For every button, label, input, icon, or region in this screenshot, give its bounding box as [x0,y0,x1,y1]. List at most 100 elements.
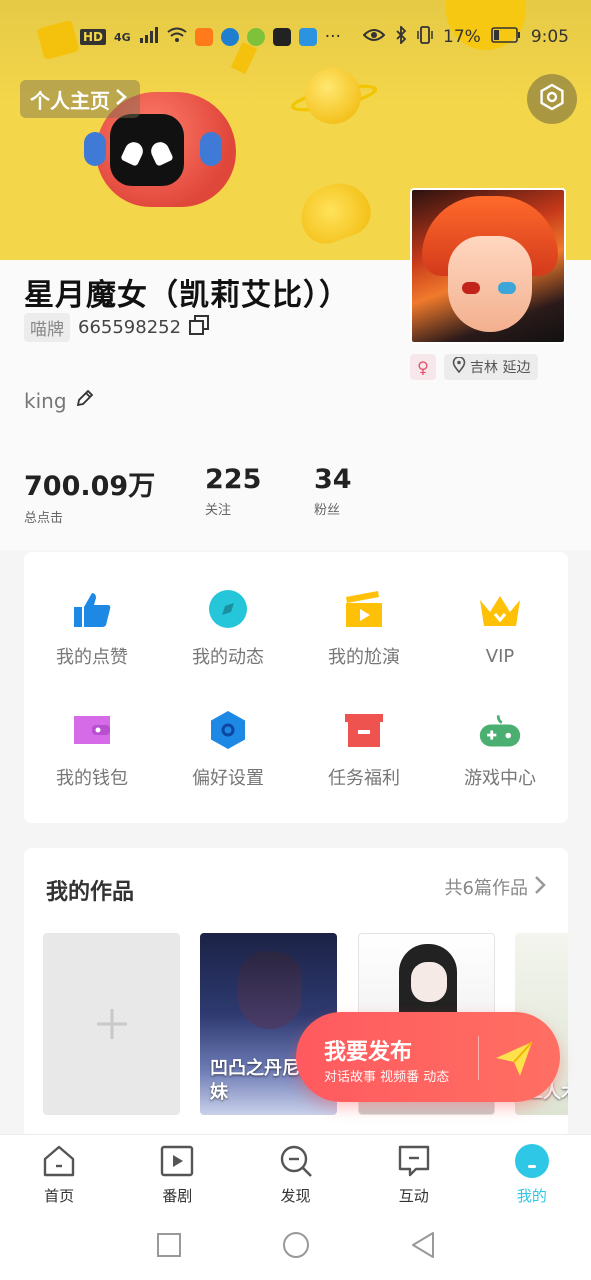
plus-icon [95,995,129,1053]
eye-icon [362,27,386,48]
menu-item-likes[interactable]: 我的点赞 [24,568,160,689]
nav-discover[interactable]: 发现 [236,1135,354,1214]
bluetooth-icon [395,24,407,49]
clock: 9:05 [530,27,569,47]
menu-item-moments[interactable]: 我的动态 [160,568,296,689]
feature-menu: 我的点赞 我的动态 我的尬演 VIP 我的钱包 偏好设置 任务福利 游戏中心 [24,552,568,823]
hexagon-settings-icon [206,708,250,752]
wallet-icon [70,708,114,752]
nav-home[interactable]: 首页 [0,1135,118,1214]
clapperboard-icon [342,587,386,631]
nav-label: 互动 [398,1187,429,1205]
menu-item-preferences[interactable]: 偏好设置 [160,689,296,810]
paper-plane-icon [492,1036,536,1080]
app-notification-icon [220,28,239,46]
work-cover-art [411,962,447,1002]
hd-indicator: HD [80,29,107,45]
stat-value: 700.09万 [24,471,156,502]
robot-eye [120,139,146,167]
stat-clicks[interactable]: 700.09万 总点击 [24,464,205,526]
nav-interact[interactable]: 互动 [355,1135,473,1214]
robot-ear [200,132,222,166]
works-more-link[interactable]: 共6篇作品 [445,874,546,900]
edit-icon [75,388,95,413]
chevron-right-icon [534,875,546,900]
avatar-face [448,236,532,332]
nav-profile[interactable]: 我的 [473,1135,591,1214]
stat-label: 总点击 [24,511,64,526]
menu-item-performances[interactable]: 我的尬演 [296,568,432,689]
back-triangle-icon[interactable] [410,1231,436,1263]
battery-percent: 17% [443,27,481,47]
avatar[interactable] [410,188,566,344]
app-notification-icon [272,28,291,46]
location-badge: 吉林 延边 [444,354,539,380]
nav-anime[interactable]: 番剧 [118,1135,236,1214]
home-page-button[interactable]: 个人主页 [20,80,140,118]
status-bar: HD 4G ··· 17% 9:05 [0,22,591,52]
nav-label: 发现 [280,1187,311,1205]
menu-label: 我的钱包 [56,767,128,789]
menu-label: 我的点赞 [56,647,128,669]
stats-row: 700.09万 总点击 225 关注 34 粉丝 [24,464,352,526]
gamepad-icon [478,708,522,752]
work-cover-art [238,951,302,1029]
bio-text: king [24,388,67,413]
stat-label: 关注 [205,503,232,518]
profile-icon [514,1143,550,1179]
id-tag: 喵牌 [24,313,70,342]
menu-label: 游戏中心 [464,767,536,789]
more-notifications-icon: ··· [324,27,341,47]
crown-icon [478,590,522,634]
avatar-eye [462,282,480,294]
nav-label: 我的 [516,1187,547,1205]
menu-label: 偏好设置 [192,767,264,789]
search-icon [278,1143,314,1179]
home-circle-icon[interactable] [282,1231,310,1263]
profile-tags: ♀ 吉林 延边 [410,354,539,380]
chevron-right-icon [114,87,128,111]
gender-badge: ♀ [410,354,436,380]
stat-followers[interactable]: 34 粉丝 [314,464,352,526]
avatar-eye [498,282,516,294]
app-notification-icon [298,28,317,46]
copy-icon[interactable] [189,315,210,340]
chat-icon [396,1143,432,1179]
profile-name: 星月魔女（凯莉艾比）） [24,278,350,313]
bottom-nav: 首页 番剧 发现 互动 我的 [0,1134,591,1214]
female-icon: ♀ [417,357,429,377]
stat-following[interactable]: 225 关注 [205,464,314,526]
settings-button[interactable] [527,74,577,124]
works-count: 共6篇作品 [444,878,528,899]
signal-icon [139,26,159,48]
menu-item-games[interactable]: 游戏中心 [432,689,568,810]
robot-ear [84,132,106,166]
location-text: 吉林 延边 [470,360,531,376]
compass-icon [206,587,250,631]
menu-label: 我的尬演 [328,647,400,669]
menu-item-tasks[interactable]: 任务福利 [296,689,432,810]
menu-item-wallet[interactable]: 我的钱包 [24,689,160,810]
nav-label: 首页 [44,1187,75,1205]
app-notification-icon [246,28,265,46]
home-page-label: 个人主页 [30,88,110,113]
planet-decoration [305,68,361,124]
menu-item-vip[interactable]: VIP [432,568,568,689]
stat-label: 粉丝 [314,503,341,518]
location-pin-icon [452,356,466,377]
add-work-button[interactable] [43,933,180,1115]
app-notification-icon [194,28,213,46]
menu-label: 任务福利 [328,767,400,789]
system-nav-bar [0,1214,591,1280]
recent-apps-icon[interactable] [156,1232,182,1262]
vibrate-icon [417,25,433,49]
thumbs-up-icon [70,587,114,631]
home-icon [41,1143,77,1179]
bio-row[interactable]: king [24,388,95,413]
battery-icon [491,26,521,48]
profile-id-row: 喵牌 665598252 [24,313,210,342]
robot-eye [148,139,174,167]
nav-label: 番剧 [162,1187,193,1205]
play-icon [159,1143,195,1179]
publish-button[interactable]: 我要发布 对话故事 视频番 动态 [296,1012,560,1102]
